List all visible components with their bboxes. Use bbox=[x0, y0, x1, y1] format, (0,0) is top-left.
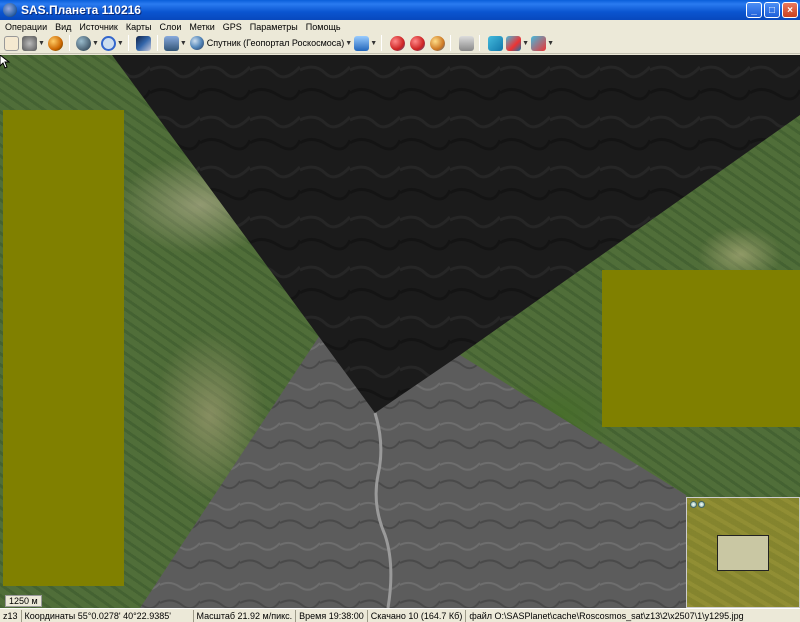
map-canvas[interactable]: 1250 м bbox=[0, 55, 800, 608]
menu-marks[interactable]: Метки bbox=[186, 22, 217, 32]
gps-center-button[interactable] bbox=[428, 34, 446, 52]
hand-icon bbox=[3, 35, 19, 51]
search-button[interactable]: ▼ bbox=[100, 34, 124, 52]
scale-label: 1250 м bbox=[5, 595, 42, 607]
route-button[interactable] bbox=[486, 34, 504, 52]
title-bar: SAS.Планета 110216 _ □ × bbox=[0, 0, 800, 20]
globe-icon bbox=[48, 35, 64, 51]
close-button[interactable]: × bbox=[782, 2, 798, 18]
delete-button[interactable]: ▼ bbox=[531, 34, 554, 52]
zoom-select-button[interactable]: ▼ bbox=[22, 34, 45, 52]
ruler-icon bbox=[506, 35, 522, 51]
menu-layers[interactable]: Слои bbox=[156, 22, 184, 32]
center-icon bbox=[429, 35, 445, 51]
status-downloaded: Скачано 10 (164.7 Кб) bbox=[368, 609, 467, 622]
app-icon bbox=[3, 3, 17, 17]
mouse-cursor-icon bbox=[0, 55, 10, 69]
minimap[interactable] bbox=[686, 497, 800, 608]
overlay-button[interactable]: ▼ bbox=[354, 34, 377, 52]
minimap-zoom-out-icon[interactable] bbox=[698, 501, 705, 508]
minimize-button[interactable]: _ bbox=[746, 2, 762, 18]
menu-source[interactable]: Источник bbox=[76, 22, 120, 32]
measure-button[interactable]: ▼ bbox=[506, 34, 529, 52]
map-type-button[interactable]: ▼ bbox=[163, 34, 187, 52]
toolbar: ▼ ▼ ▼ ▼ Спутник (Геопортал Роскосмоса) ▼… bbox=[0, 33, 800, 54]
status-scale: Масштаб 21.92 м/пикс. bbox=[194, 609, 297, 622]
marks-button[interactable] bbox=[457, 34, 475, 52]
menu-maps[interactable]: Карты bbox=[123, 22, 155, 32]
gps-icon bbox=[389, 35, 405, 51]
delete-icon bbox=[531, 35, 547, 51]
status-bar: z13 Координаты 55°0.0278' 40°22.9385' Ма… bbox=[0, 608, 800, 622]
overlay-icon bbox=[354, 35, 370, 51]
menu-settings[interactable]: Параметры bbox=[247, 22, 301, 32]
monitor-icon bbox=[163, 35, 179, 51]
gps-track-button[interactable] bbox=[408, 34, 426, 52]
map-icon bbox=[136, 35, 152, 51]
layers-button[interactable]: ▼ bbox=[75, 34, 99, 52]
hand-tool-button[interactable] bbox=[2, 34, 20, 52]
menu-view[interactable]: Вид bbox=[52, 22, 74, 32]
minimap-zoom-in-icon[interactable] bbox=[690, 501, 697, 508]
menu-bar: Операции Вид Источник Карты Слои Метки G… bbox=[0, 20, 800, 33]
map-source-select[interactable]: Спутник (Геопортал Роскосмоса) ▼ bbox=[189, 36, 352, 50]
window-title: SAS.Планета 110216 bbox=[21, 3, 141, 17]
globe-button[interactable] bbox=[47, 34, 65, 52]
status-time: Время 19:38:00 bbox=[296, 609, 368, 622]
search-icon bbox=[100, 35, 116, 51]
menu-operations[interactable]: Операции bbox=[2, 22, 50, 32]
zoom-icon bbox=[22, 35, 37, 51]
track-icon bbox=[409, 35, 425, 51]
layers-icon bbox=[75, 35, 91, 51]
status-coordinates: Координаты 55°0.0278' 40°22.9385' bbox=[22, 609, 194, 622]
menu-gps[interactable]: GPS bbox=[220, 22, 245, 32]
mark-icon bbox=[458, 35, 474, 51]
maximize-button[interactable]: □ bbox=[764, 2, 780, 18]
minimap-viewport[interactable] bbox=[717, 535, 769, 571]
overlay-rectangle-left bbox=[3, 110, 124, 586]
satellite-globe-icon bbox=[189, 36, 204, 50]
overlay-rectangle-right bbox=[602, 270, 800, 427]
route-icon bbox=[487, 35, 503, 51]
menu-help[interactable]: Помощь bbox=[303, 22, 344, 32]
map-view-button[interactable] bbox=[135, 34, 153, 52]
status-zoom: z13 bbox=[0, 609, 22, 622]
status-file: файл O:\SASPlanet\cache\Roscosmos_sat\z1… bbox=[469, 610, 744, 621]
map-source-label: Спутник (Геопортал Роскосмоса) bbox=[206, 38, 345, 48]
gps-button[interactable] bbox=[388, 34, 406, 52]
